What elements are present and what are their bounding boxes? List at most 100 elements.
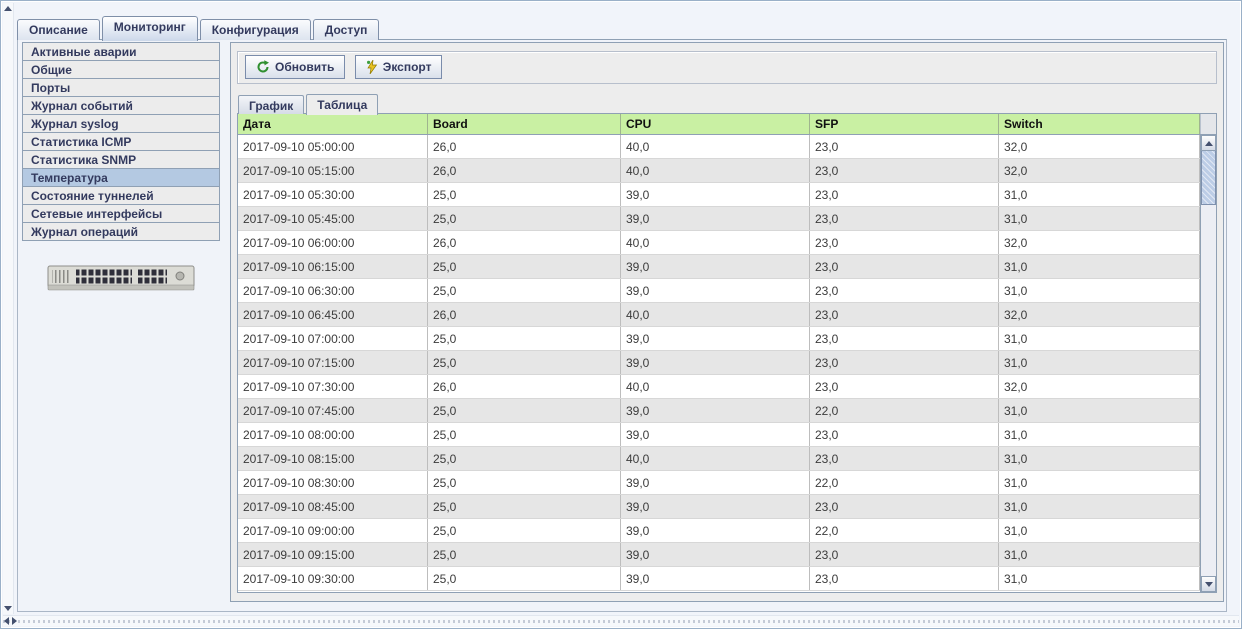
refresh-icon <box>256 60 270 74</box>
cell-sfp: 23,0 <box>810 567 999 590</box>
column-header-board[interactable]: Board <box>428 114 621 134</box>
cell-date: 2017-09-10 07:45:00 <box>238 399 428 422</box>
column-header-date[interactable]: Дата <box>238 114 428 134</box>
cell-date: 2017-09-10 08:45:00 <box>238 495 428 518</box>
cell-sfp: 23,0 <box>810 543 999 566</box>
cell-board: 25,0 <box>428 543 621 566</box>
main-tab-description[interactable]: Описание <box>17 19 100 40</box>
column-header-cpu[interactable]: CPU <box>621 114 810 134</box>
table-scrollbar-thumb[interactable] <box>1201 151 1216 205</box>
table-header-corner <box>1200 114 1216 134</box>
sidebar-item-active-alarms[interactable]: Активные аварии <box>22 42 220 61</box>
sidebar-item-general[interactable]: Общие <box>22 60 220 79</box>
cell-switch: 31,0 <box>999 327 1200 350</box>
table-row[interactable]: 2017-09-10 07:30:0026,040,023,032,0 <box>238 375 1200 399</box>
cell-cpu: 40,0 <box>621 135 810 158</box>
cell-board: 25,0 <box>428 495 621 518</box>
table-row[interactable]: 2017-09-10 08:15:0025,040,023,031,0 <box>238 447 1200 471</box>
table-row[interactable]: 2017-09-10 05:30:0025,039,023,031,0 <box>238 183 1200 207</box>
cell-cpu: 39,0 <box>621 399 810 422</box>
cell-date: 2017-09-10 08:30:00 <box>238 471 428 494</box>
cell-switch: 31,0 <box>999 543 1200 566</box>
refresh-button[interactable]: Обновить <box>245 55 345 79</box>
cell-board: 26,0 <box>428 375 621 398</box>
cell-switch: 31,0 <box>999 519 1200 542</box>
table-row[interactable]: 2017-09-10 08:30:0025,039,022,031,0 <box>238 471 1200 495</box>
cell-sfp: 22,0 <box>810 399 999 422</box>
table-row[interactable]: 2017-09-10 09:15:0025,039,023,031,0 <box>238 543 1200 567</box>
scroll-up-icon <box>1205 141 1213 146</box>
cell-cpu: 39,0 <box>621 183 810 206</box>
table-row[interactable]: 2017-09-10 06:15:0025,039,023,031,0 <box>238 255 1200 279</box>
cell-date: 2017-09-10 07:30:00 <box>238 375 428 398</box>
cell-switch: 31,0 <box>999 495 1200 518</box>
cell-sfp: 23,0 <box>810 231 999 254</box>
main-tab-access[interactable]: Доступ <box>313 19 380 40</box>
column-header-switch[interactable]: Switch <box>999 114 1200 134</box>
view-tab-bar: ГрафикТаблица <box>238 93 380 114</box>
table-scroll-down-button[interactable] <box>1201 576 1216 592</box>
table-row[interactable]: 2017-09-10 09:00:0025,039,022,031,0 <box>238 519 1200 543</box>
sidebar-item-syslog-log[interactable]: Журнал syslog <box>22 114 220 133</box>
main-tab-monitoring[interactable]: Мониторинг <box>102 16 198 41</box>
scroll-right-icon[interactable] <box>12 617 17 625</box>
cell-sfp: 23,0 <box>810 327 999 350</box>
sidebar-item-icmp-stats[interactable]: Статистика ICMP <box>22 132 220 151</box>
column-header-sfp[interactable]: SFP <box>810 114 999 134</box>
sidebar-item-ports[interactable]: Порты <box>22 78 220 97</box>
cell-switch: 31,0 <box>999 207 1200 230</box>
cell-sfp: 23,0 <box>810 423 999 446</box>
sidebar-item-tunnels-state[interactable]: Состояние туннелей <box>22 186 220 205</box>
sidebar-item-snmp-stats[interactable]: Статистика SNMP <box>22 150 220 169</box>
scroll-up-icon[interactable] <box>4 6 12 11</box>
cell-switch: 31,0 <box>999 447 1200 470</box>
sidebar-item-network-interfaces[interactable]: Сетевые интерфейсы <box>22 204 220 223</box>
cell-switch: 31,0 <box>999 423 1200 446</box>
cell-switch: 32,0 <box>999 375 1200 398</box>
table-row[interactable]: 2017-09-10 09:30:0025,039,023,031,0 <box>238 567 1200 591</box>
cell-cpu: 39,0 <box>621 327 810 350</box>
cell-date: 2017-09-10 08:00:00 <box>238 423 428 446</box>
cell-switch: 31,0 <box>999 183 1200 206</box>
cell-switch: 32,0 <box>999 303 1200 326</box>
switch-device-image <box>46 261 196 295</box>
cell-cpu: 39,0 <box>621 567 810 590</box>
sidebar-item-temperature[interactable]: Температура <box>22 168 220 187</box>
table-row[interactable]: 2017-09-10 08:45:0025,039,023,031,0 <box>238 495 1200 519</box>
sidebar-item-event-log[interactable]: Журнал событий <box>22 96 220 115</box>
table-row[interactable]: 2017-09-10 06:45:0026,040,023,032,0 <box>238 303 1200 327</box>
table-scroll-up-button[interactable] <box>1201 135 1216 151</box>
cell-board: 25,0 <box>428 519 621 542</box>
main-tab-configuration[interactable]: Конфигурация <box>200 19 311 40</box>
cell-cpu: 40,0 <box>621 303 810 326</box>
cell-sfp: 23,0 <box>810 279 999 302</box>
table-vertical-scrollbar[interactable] <box>1200 135 1216 592</box>
export-button[interactable]: Экспорт <box>355 55 443 79</box>
table-row[interactable]: 2017-09-10 07:00:0025,039,023,031,0 <box>238 327 1200 351</box>
outer-vertical-scrollbar[interactable] <box>3 3 14 614</box>
cell-date: 2017-09-10 09:15:00 <box>238 543 428 566</box>
cell-sfp: 23,0 <box>810 351 999 374</box>
table-row[interactable]: 2017-09-10 06:00:0026,040,023,032,0 <box>238 231 1200 255</box>
scroll-down-icon <box>1205 582 1213 587</box>
table-row[interactable]: 2017-09-10 05:00:0026,040,023,032,0 <box>238 135 1200 159</box>
table-row[interactable]: 2017-09-10 07:15:0025,039,023,031,0 <box>238 351 1200 375</box>
device-image-wrap <box>22 261 220 300</box>
table-row[interactable]: 2017-09-10 06:30:0025,039,023,031,0 <box>238 279 1200 303</box>
table-header-row: ДатаBoardCPUSFPSwitch <box>238 114 1216 135</box>
view-tab-chart[interactable]: График <box>238 95 304 114</box>
cell-board: 25,0 <box>428 279 621 302</box>
cell-board: 25,0 <box>428 399 621 422</box>
view-tab-table[interactable]: Таблица <box>306 94 378 115</box>
outer-horizontal-scrollbar[interactable] <box>3 615 1239 626</box>
scroll-left-icon[interactable] <box>4 617 9 625</box>
sidebar-item-operations-log[interactable]: Журнал операций <box>22 222 220 241</box>
table-row[interactable]: 2017-09-10 08:00:0025,039,023,031,0 <box>238 423 1200 447</box>
cell-board: 25,0 <box>428 351 621 374</box>
scroll-down-icon[interactable] <box>4 606 12 611</box>
cell-date: 2017-09-10 05:15:00 <box>238 159 428 182</box>
cell-cpu: 39,0 <box>621 279 810 302</box>
table-row[interactable]: 2017-09-10 05:15:0026,040,023,032,0 <box>238 159 1200 183</box>
table-row[interactable]: 2017-09-10 07:45:0025,039,022,031,0 <box>238 399 1200 423</box>
table-row[interactable]: 2017-09-10 05:45:0025,039,023,031,0 <box>238 207 1200 231</box>
